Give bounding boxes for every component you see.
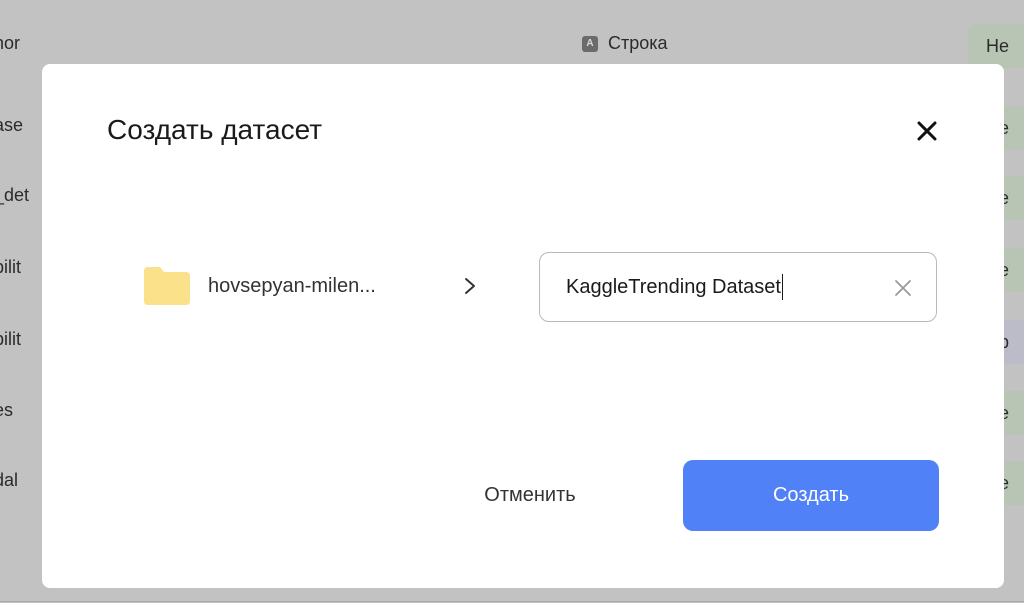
bg-row-name: ase: [0, 115, 24, 135]
cancel-button[interactable]: Отменить: [460, 460, 600, 530]
close-icon: [917, 121, 937, 141]
bg-row-name: dal: [0, 470, 19, 490]
dataset-name-input[interactable]: KaggleTrending Dataset: [539, 252, 937, 322]
string-type-icon: A: [582, 35, 598, 52]
folder-label: hovsepyan-milen...: [208, 274, 376, 297]
create-button[interactable]: Создать: [683, 460, 939, 531]
bg-row-name: hor: [0, 33, 21, 53]
dataset-name-value[interactable]: KaggleTrending Dataset: [566, 276, 781, 299]
chevron-right-icon: [465, 278, 475, 294]
bg-row-name: _det: [0, 185, 30, 205]
folder-icon: [144, 267, 190, 305]
text-caret: [781, 274, 783, 300]
destination-folder[interactable]: hovsepyan-milen...: [144, 267, 433, 305]
bg-status-pill: Не: [968, 24, 1024, 68]
dialog-title: Создать датасет: [107, 114, 323, 145]
close-button[interactable]: [912, 116, 942, 146]
bg-row-name: bilit: [0, 329, 22, 349]
create-dataset-dialog: Создать датасет hovsepyan-milen... Kaggl…: [42, 64, 1004, 588]
bg-type-label: Строка: [608, 33, 668, 53]
clear-icon[interactable]: [894, 279, 912, 297]
bg-row-name: bilit: [0, 257, 22, 277]
bg-row-name: es: [0, 400, 14, 420]
bg-type-cell: A Строка: [582, 33, 668, 54]
divider: [0, 601, 1024, 602]
